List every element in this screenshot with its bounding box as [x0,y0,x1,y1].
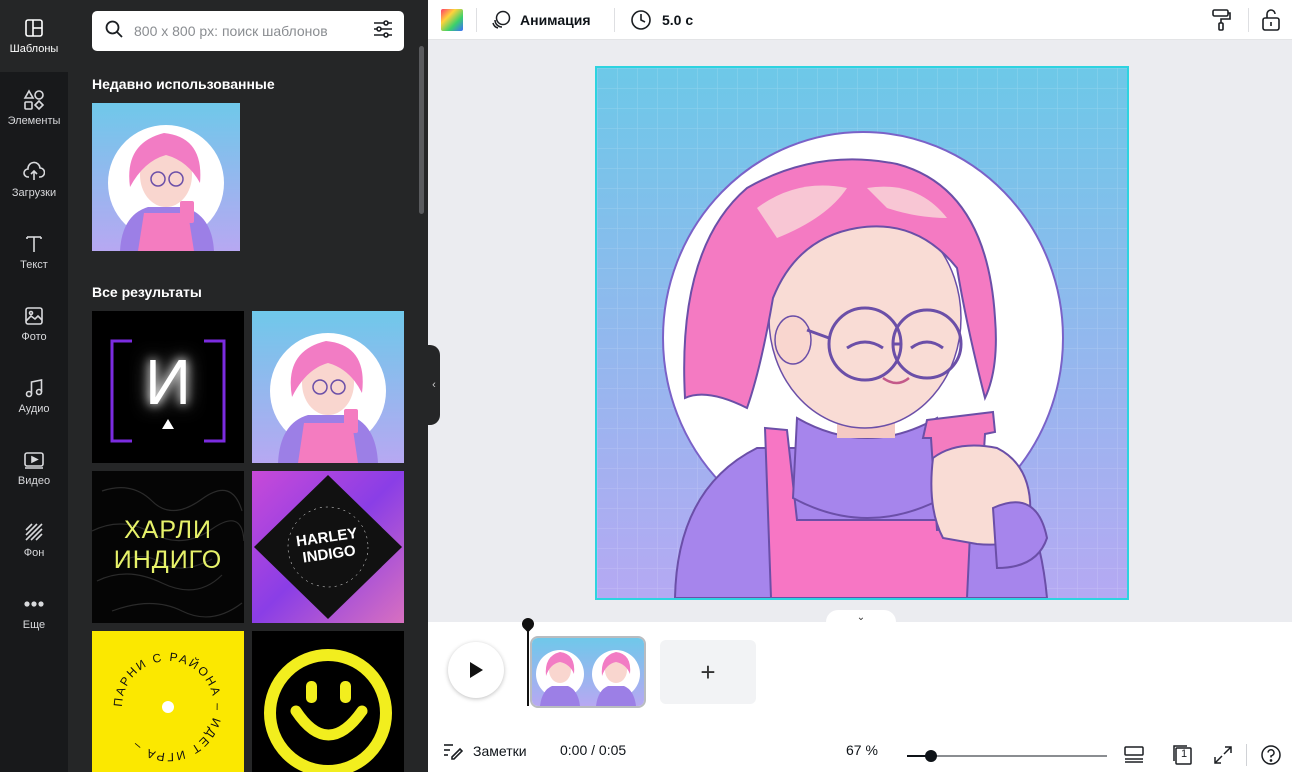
text-icon [23,233,45,255]
rail-item-video[interactable]: Видео [0,432,68,504]
smiley-face-graphic [264,649,392,772]
video-icon [23,449,45,471]
rail-label: Загрузки [11,186,57,199]
timeline-toggle[interactable]: ⌄ [826,610,896,624]
clip-thumbnails [532,638,644,706]
grid-view-icon [1124,746,1144,763]
title-line-1: ХАРЛИ [124,516,212,544]
play-button[interactable] [448,642,504,698]
recent-heading: Недавно использованные [92,76,275,92]
template-thumb-harley-indigo-ru[interactable]: ХАРЛИ ИНДИГО [92,471,244,623]
template-thumb-smiley[interactable] [252,631,404,772]
chevron-down-icon: ⌄ [856,611,866,623]
notes-button[interactable]: Заметки [443,742,527,760]
notes-label: Заметки [473,743,527,759]
zoom-slider-track[interactable] [907,755,1107,757]
design-canvas[interactable] [595,66,1129,600]
rail-label: Элементы [7,114,61,127]
duration-button[interactable]: 5.0 с [630,0,693,40]
rainbow-swatch-icon [441,9,463,31]
girl-with-coffee-illustration [597,68,1127,598]
status-divider [1246,744,1247,766]
search-input[interactable] [134,23,372,39]
filter-sliders-icon[interactable] [372,19,394,44]
template-thumb-girl-illustration[interactable] [252,311,404,463]
animation-icon [492,10,511,29]
copy-style-button[interactable] [1210,0,1232,40]
collapse-panel-handle[interactable]: ‹ [428,345,440,425]
timeline-page-clip[interactable] [530,636,646,708]
template-thumb-harley-indigo-diamond[interactable]: HARLEY INDIGO [252,471,404,623]
rail-label: Фон [23,546,45,559]
title-line-2: ИНДИГО [113,546,223,574]
photo-icon [23,305,45,327]
rail-label: Текст [20,258,48,271]
expand-arrows-icon [1214,746,1232,764]
animation-button[interactable]: Анимация [490,0,591,40]
toolbar-divider [476,8,477,32]
page-count-button[interactable]: 1 [1172,744,1194,766]
panel-scrollbar[interactable] [419,46,424,214]
lock-button[interactable] [1260,0,1282,40]
editor-toolbar: Анимация 5.0 с [428,0,1292,40]
play-icon [470,662,483,678]
rail-item-audio[interactable]: Аудио [0,360,68,432]
duration-label: 5.0 с [662,12,694,28]
rail-label: Шаблоны [9,42,59,55]
animation-label: Анимация [520,12,591,28]
rail-item-background[interactable]: Фон [0,504,68,576]
all-results-heading: Все результаты [92,284,202,300]
color-picker-button[interactable] [440,0,464,40]
rail-label: Фото [21,330,47,343]
playhead-line[interactable] [527,622,529,706]
clock-icon [631,10,651,30]
toolbar-divider [614,8,615,32]
unlock-icon [1262,9,1280,31]
rail-item-templates[interactable]: Шаблоны [0,0,68,72]
rail-item-elements[interactable]: Элементы [0,72,68,144]
rail-item-photos[interactable]: Фото [0,288,68,360]
search-icon [104,19,124,44]
left-rail: Шаблоны Элементы Загрузки Текст Фото Ауд… [0,0,68,772]
background-pattern-icon [23,521,45,543]
templates-panel: Недавно использованные Все результаты И [68,0,428,772]
help-question-icon [1261,745,1281,765]
rail-label: Еще [22,618,46,631]
more-dots-icon [23,593,45,615]
recent-template-thumb[interactable] [92,103,240,251]
zoom-percent[interactable]: 67 % [846,742,878,758]
neon-letter: И [145,346,191,418]
grid-view-button[interactable] [1123,744,1145,766]
rail-label: Аудио [18,402,50,415]
upload-cloud-icon [23,161,45,183]
template-search [92,11,404,51]
template-thumb-yellow-ring[interactable]: ПАРНИ С РАЙОНА – ИДЕТ ИГРА – [92,631,244,772]
toolbar-divider [1248,8,1249,32]
girl-illustration-thumb [92,103,240,251]
rail-item-uploads[interactable]: Загрузки [0,144,68,216]
rail-item-more[interactable]: Еще [0,576,68,648]
plus-icon: + [700,656,716,687]
girl-illustration-thumb [252,311,404,463]
ring-text-graphic: ПАРНИ С РАЙОНА – ИДЕТ ИГРА – [111,650,223,764]
page-number: 1 [1181,748,1188,760]
time-readout: 0:00 / 0:05 [560,742,627,758]
fullscreen-button[interactable] [1212,744,1234,766]
elements-icon [23,88,45,111]
templates-icon [23,17,45,39]
help-button[interactable] [1260,744,1282,766]
chevron-left-icon: ‹ [432,379,436,391]
music-note-icon [23,377,45,399]
add-page-button[interactable]: + [660,640,756,704]
zoom-slider-knob[interactable] [925,750,937,762]
notes-pencil-icon [444,744,463,760]
rail-label: Видео [17,474,51,487]
template-thumb-neon-letter[interactable]: И [92,311,244,463]
paint-roller-icon [1212,9,1231,31]
harley-indigo-title: ХАРЛИ ИНДИГО [92,515,244,575]
rail-item-text[interactable]: Текст [0,216,68,288]
